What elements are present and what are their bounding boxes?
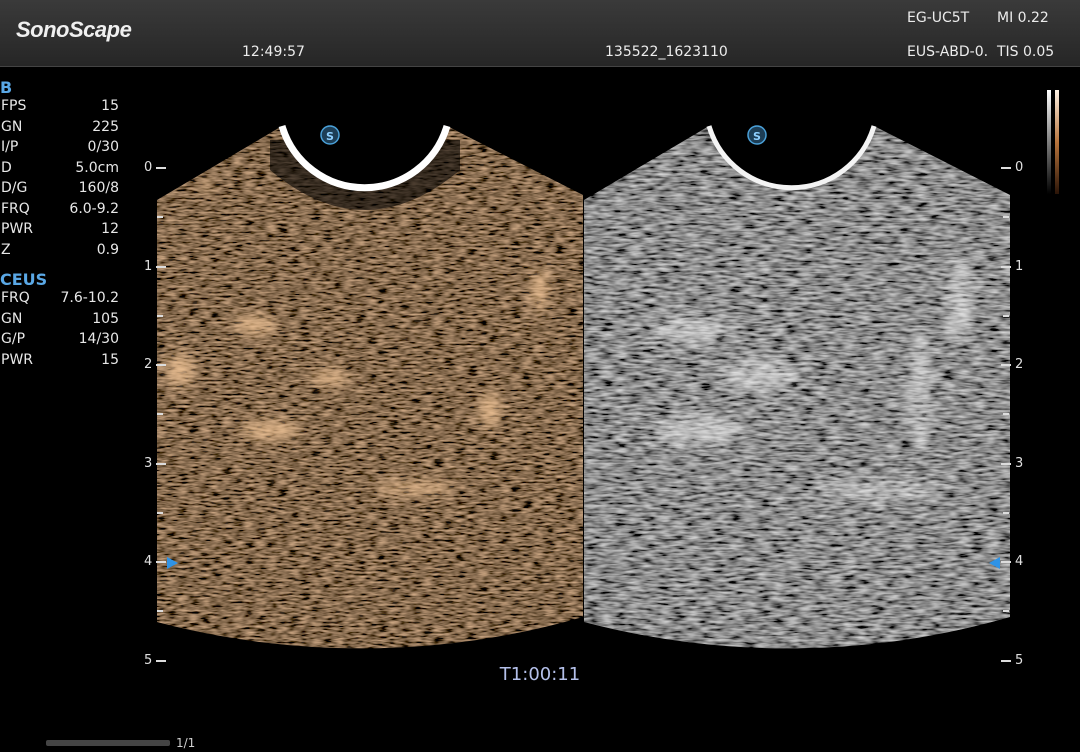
depth-tick-major [1001, 462, 1011, 465]
depth-tick-major [1001, 364, 1011, 366]
depth-tick-major [156, 561, 166, 563]
depth-label: 5 [1015, 652, 1024, 668]
depth-label: 1 [1015, 258, 1024, 274]
depth-tick-major [1001, 561, 1011, 563]
depth-label: 1 [144, 258, 153, 274]
depth-tick-minor [1003, 216, 1009, 219]
ultrasound-dual-view: S S [157, 125, 1010, 649]
orientation-badge-left: S [326, 130, 334, 143]
depth-label: 0 [144, 160, 153, 175]
depth-tick-major [156, 265, 166, 268]
depth-tick-major [156, 659, 166, 662]
depth-tick-minor [157, 314, 163, 317]
ceus-image [157, 126, 583, 649]
cine-progress-bar[interactable] [46, 740, 170, 746]
color-map-bar [1047, 90, 1059, 200]
depth-tick-major [1001, 167, 1011, 169]
depth-label: 4 [1015, 554, 1024, 569]
depth-tick-minor [1003, 413, 1009, 416]
depth-tick-minor [157, 413, 163, 416]
depth-label: 4 [144, 554, 153, 569]
depth-tick-major [1001, 265, 1011, 268]
depth-label: 3 [144, 455, 153, 471]
depth-tick-minor [157, 610, 163, 613]
gray-map [1047, 90, 1051, 194]
depth-tick-minor [1003, 610, 1009, 613]
ceus-map [1055, 90, 1059, 194]
depth-tick-minor [157, 216, 163, 219]
depth-label: 2 [144, 357, 153, 372]
depth-label: 3 [1015, 455, 1024, 471]
contrast-timer: T1:00:11 [499, 664, 581, 685]
depth-tick-major [156, 462, 166, 465]
depth-label: 5 [144, 652, 153, 668]
depth-tick-major [156, 167, 166, 169]
depth-tick-major [1001, 659, 1011, 662]
page-indicator: 1/1 [176, 736, 196, 750]
depth-label: 2 [1015, 357, 1024, 372]
b-mode-image [584, 126, 1010, 649]
depth-tick-minor [1003, 314, 1009, 317]
depth-tick-minor [1003, 511, 1009, 514]
depth-tick-minor [157, 511, 163, 514]
orientation-badge-right: S [753, 130, 761, 143]
depth-tick-major [156, 364, 166, 366]
depth-label: 0 [1015, 160, 1024, 175]
